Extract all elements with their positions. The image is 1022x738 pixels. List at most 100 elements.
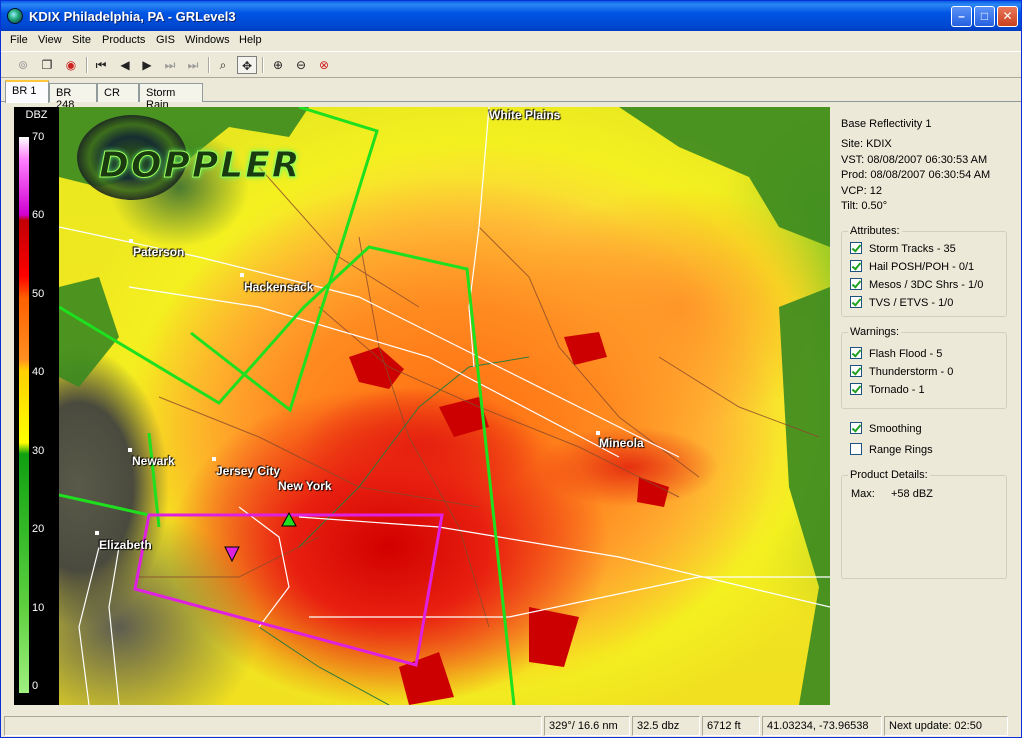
status-bar: 329°/ 16.6 nm 32.5 dbz 6712 ft 41.03234,… xyxy=(1,714,1021,738)
attributes-title: Attributes: xyxy=(848,225,902,237)
play-icon[interactable]: ▶ xyxy=(137,56,157,74)
city-label-jersey-city: Jersey City xyxy=(216,464,281,478)
scale-tick-70: 70 xyxy=(32,131,45,143)
first-frame-icon[interactable]: ⏮ xyxy=(91,56,111,74)
attr-tvs[interactable]: TVS / ETVS - 1/0 xyxy=(850,296,953,309)
warn-flash-flood[interactable]: Flash Flood - 5 xyxy=(850,347,942,360)
zoom-in-icon[interactable]: ⊕ xyxy=(268,56,288,74)
app-icon xyxy=(7,8,23,24)
max-label: Max: xyxy=(851,488,875,500)
range-rings-option[interactable]: Range Rings xyxy=(850,443,933,456)
open-icon[interactable]: ⊚ xyxy=(13,56,33,74)
scale-tick-0: 0 xyxy=(32,680,39,692)
menu-help[interactable]: Help xyxy=(239,34,262,46)
warnings-group: Warnings: Flash Flood - 5 Thunderstorm -… xyxy=(841,326,1007,409)
checkbox[interactable] xyxy=(850,365,862,377)
scale-gradient xyxy=(19,137,29,693)
zoom-out-icon[interactable]: ⊖ xyxy=(291,56,311,74)
tab-storm-rain[interactable]: Storm Rain xyxy=(139,83,203,111)
last-frame-icon[interactable]: ⏭ xyxy=(183,56,203,74)
radar-map[interactable]: DOPPLER White Plains Paterson Hackensack… xyxy=(59,107,830,705)
menu-products[interactable]: Products xyxy=(102,34,145,46)
city-label-newark: Newark xyxy=(132,454,175,468)
minimize-button[interactable]: – xyxy=(951,6,972,27)
toolbar: ⊚ ❐ ◉ ⏮ ◀ ▶ ⏭ ⏭ ⌕ ✥ ⊕ ⊖ ⊗ xyxy=(1,51,1021,78)
details-title: Product Details: xyxy=(848,469,930,481)
vst-info: VST: 08/08/2007 06:30:53 AM xyxy=(841,154,988,166)
attr-label: Mesos / 3DC Shrs - 1/0 xyxy=(869,279,984,291)
scale-tick-20: 20 xyxy=(32,523,45,535)
app-window: KDIX Philadelphia, PA - GRLevel3 – □ ✕ F… xyxy=(0,0,1022,738)
tab-cr[interactable]: CR xyxy=(97,83,139,102)
city-dot xyxy=(128,448,132,452)
warn-thunderstorm[interactable]: Thunderstorm - 0 xyxy=(850,365,953,378)
tab-br248[interactable]: BR 248 xyxy=(49,83,97,111)
city-label-mineola: Mineola xyxy=(599,436,644,450)
pan-tool-icon[interactable]: ✥ xyxy=(237,56,257,74)
checkbox[interactable] xyxy=(850,383,862,395)
attributes-group: Attributes: Storm Tracks - 35 Hail POSH/… xyxy=(841,225,1007,317)
warn-label: Flash Flood - 5 xyxy=(869,348,943,360)
checkbox[interactable] xyxy=(850,347,862,359)
doppler-logo: DOPPLER xyxy=(99,145,302,187)
checkbox[interactable] xyxy=(850,242,862,254)
city-dot xyxy=(596,431,600,435)
menu-bar: File View Site Products GIS Windows Help xyxy=(1,31,1021,50)
maximize-button[interactable]: □ xyxy=(974,6,995,27)
close-button[interactable]: ✕ xyxy=(997,6,1018,27)
warn-tornado[interactable]: Tornado - 1 xyxy=(850,383,925,396)
info-panel: Base Reflectivity 1 Site: KDIX VST: 08/0… xyxy=(833,107,1019,705)
city-label-hackensack: Hackensack xyxy=(244,280,314,294)
checkbox[interactable] xyxy=(850,443,862,455)
copy-icon[interactable]: ❐ xyxy=(37,56,57,74)
menu-windows[interactable]: Windows xyxy=(185,34,230,46)
status-altitude: 6712 ft xyxy=(702,716,760,736)
prev-frame-icon[interactable]: ◀ xyxy=(115,56,135,74)
prod-info: Prod: 08/08/2007 06:30:54 AM xyxy=(841,169,991,181)
zoom-tool-icon[interactable]: ⌕ xyxy=(213,56,233,74)
smoothing-option[interactable]: Smoothing xyxy=(850,422,922,435)
city-label-elizabeth: Elizabeth xyxy=(99,538,152,552)
scale-tick-30: 30 xyxy=(32,445,45,457)
menu-site[interactable]: Site xyxy=(72,34,91,46)
checkbox[interactable] xyxy=(850,260,862,272)
vcp-info: VCP: 12 xyxy=(841,185,882,197)
attr-storm-tracks[interactable]: Storm Tracks - 35 xyxy=(850,242,956,255)
next-frame-icon[interactable]: ⏭ xyxy=(160,56,180,74)
status-latlon: 41.03234, -73.96538 xyxy=(762,716,882,736)
map-overlay xyxy=(59,107,830,705)
range-rings-label: Range Rings xyxy=(869,444,933,456)
scale-tick-40: 40 xyxy=(32,366,45,378)
product-name: Base Reflectivity 1 xyxy=(841,118,932,130)
status-dbz: 32.5 dbz xyxy=(632,716,700,736)
status-next-update: Next update: 02:50 xyxy=(884,716,1008,736)
city-dot xyxy=(95,531,99,535)
scale-tick-10: 10 xyxy=(32,602,45,614)
checkbox[interactable] xyxy=(850,278,862,290)
attr-label: TVS / ETVS - 1/0 xyxy=(869,297,954,309)
city-label-paterson: Paterson xyxy=(133,245,185,259)
product-tabs: BR 1 BR 248 CR Storm Rain xyxy=(1,80,1021,111)
max-value: +58 dBZ xyxy=(891,488,933,500)
city-dot xyxy=(240,273,244,277)
checkbox[interactable] xyxy=(850,422,862,434)
record-icon[interactable]: ◉ xyxy=(61,56,81,74)
warnings-title: Warnings: xyxy=(848,326,902,338)
smoothing-label: Smoothing xyxy=(869,423,922,435)
menu-file[interactable]: File xyxy=(10,34,28,46)
title-bar[interactable]: KDIX Philadelphia, PA - GRLevel3 – □ ✕ xyxy=(1,1,1021,31)
site-info: Site: KDIX xyxy=(841,138,892,150)
attr-mesos[interactable]: Mesos / 3DC Shrs - 1/0 xyxy=(850,278,983,291)
warn-label: Tornado - 1 xyxy=(869,384,925,396)
attr-hail[interactable]: Hail POSH/POH - 0/1 xyxy=(850,260,974,273)
attr-label: Storm Tracks - 35 xyxy=(869,243,956,255)
tab-br1[interactable]: BR 1 xyxy=(5,80,49,103)
window-title: KDIX Philadelphia, PA - GRLevel3 xyxy=(29,9,236,24)
zoom-reset-icon[interactable]: ⊗ xyxy=(314,56,334,74)
menu-gis[interactable]: GIS xyxy=(156,34,175,46)
city-label-white-plains: White Plains xyxy=(489,108,561,122)
menu-view[interactable]: View xyxy=(38,34,62,46)
city-dot xyxy=(129,239,133,243)
scale-tick-50: 50 xyxy=(32,288,45,300)
checkbox[interactable] xyxy=(850,296,862,308)
